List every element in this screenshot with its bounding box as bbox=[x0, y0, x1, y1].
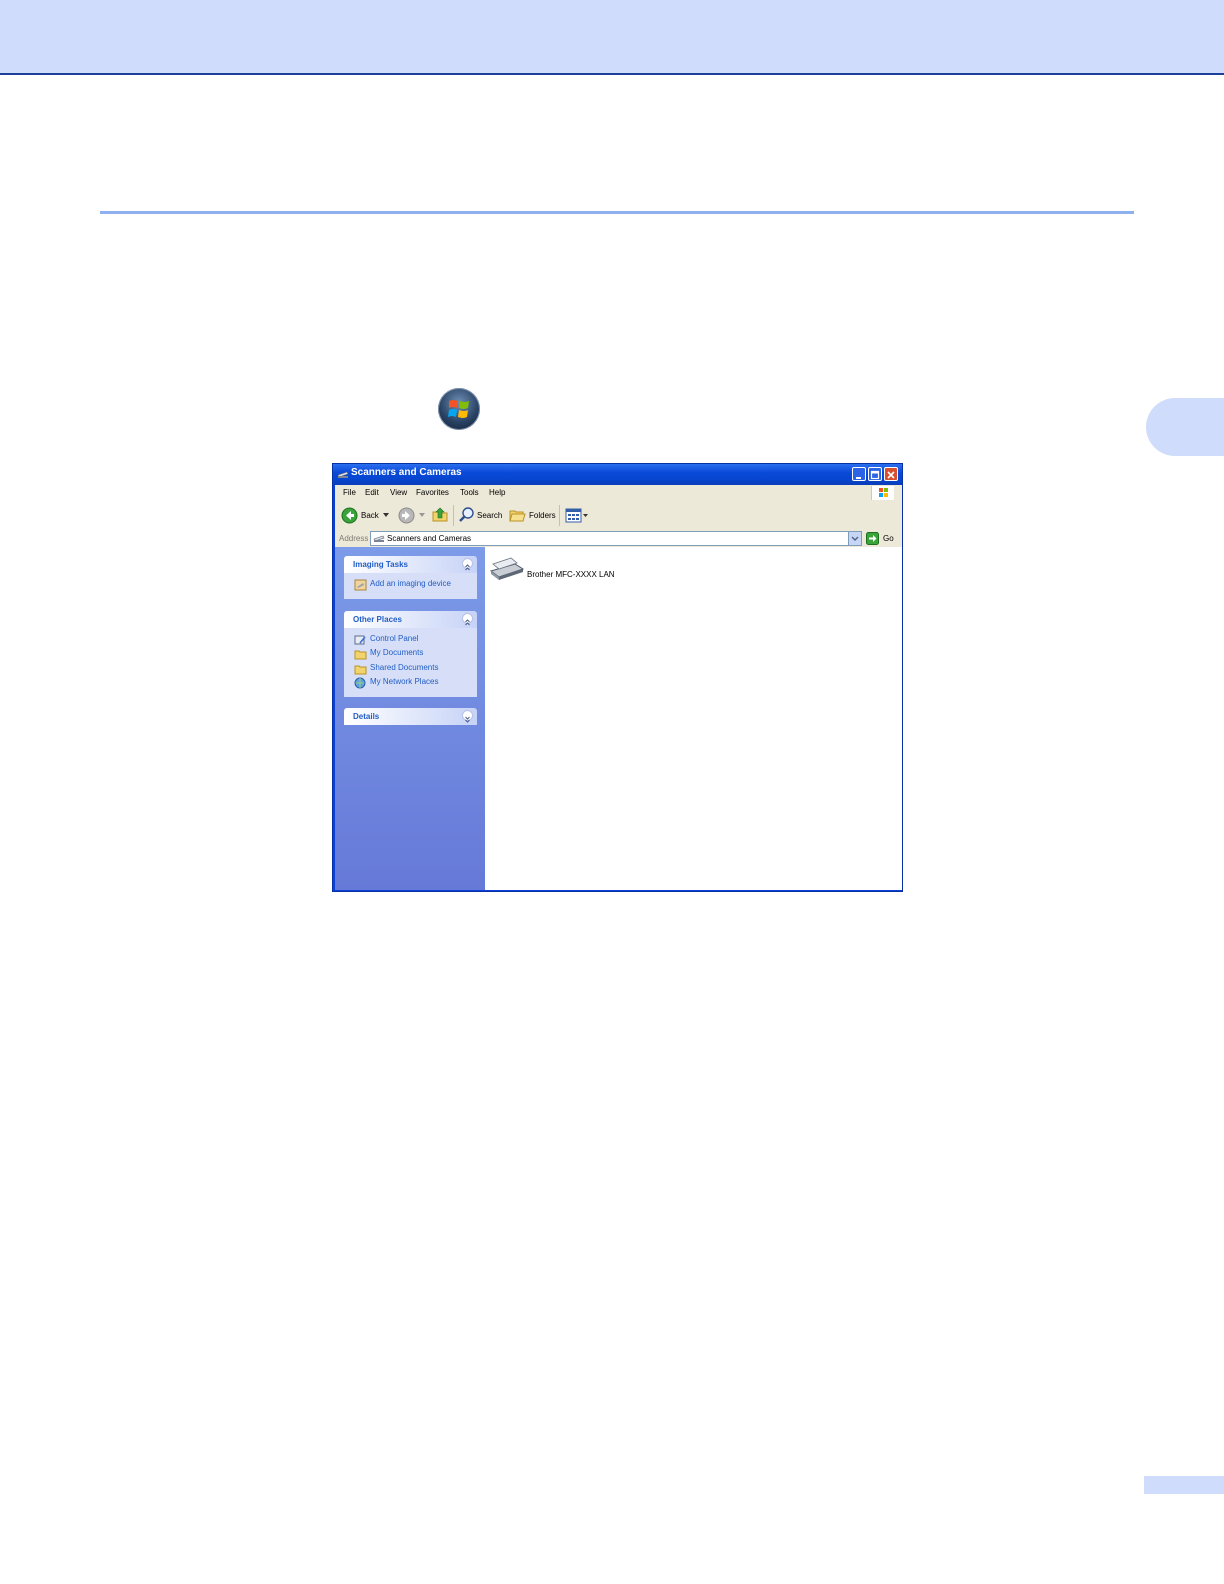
up-folder-icon[interactable] bbox=[431, 506, 449, 524]
double-chevron-up-icon bbox=[465, 619, 470, 626]
menu-tools[interactable]: Tools bbox=[460, 488, 479, 497]
toolbar-separator bbox=[559, 505, 560, 526]
search-magnifier-icon[interactable] bbox=[458, 506, 476, 524]
chevron-down-icon bbox=[851, 536, 859, 541]
menu-file[interactable]: File bbox=[343, 488, 356, 497]
add-device-icon bbox=[354, 579, 367, 591]
windows-start-orb-icon bbox=[438, 388, 480, 430]
close-button[interactable] bbox=[884, 467, 898, 481]
menu-help[interactable]: Help bbox=[489, 488, 505, 497]
menu-view[interactable]: View bbox=[390, 488, 407, 497]
close-icon bbox=[887, 471, 895, 479]
search-button-label[interactable]: Search bbox=[477, 511, 502, 520]
section-rule bbox=[100, 211, 1134, 214]
forward-arrow-icon[interactable] bbox=[398, 507, 415, 524]
scanner-item-label: Brother MFC-XXXX LAN bbox=[527, 570, 615, 579]
add-imaging-device-link[interactable]: Add an imaging device bbox=[354, 578, 451, 591]
details-panel: Details bbox=[344, 708, 477, 725]
my-network-places-link[interactable]: My Network Places bbox=[354, 676, 438, 689]
back-arrow-icon[interactable] bbox=[341, 507, 358, 524]
folder-icon bbox=[354, 650, 367, 660]
link-label: My Documents bbox=[370, 648, 424, 657]
link-label: Add an imaging device bbox=[370, 579, 451, 588]
shared-documents-link[interactable]: Shared Documents bbox=[354, 662, 438, 675]
details-title: Details bbox=[353, 712, 380, 721]
forward-dropdown-icon[interactable] bbox=[419, 513, 425, 518]
imaging-tasks-panel: Imaging Tasks Add an imaging device bbox=[344, 556, 477, 599]
link-label: My Network Places bbox=[370, 677, 439, 686]
maximize-button[interactable] bbox=[868, 467, 882, 481]
title-bar[interactable]: Scanners and Cameras bbox=[333, 464, 902, 485]
collapse-toggle-button[interactable] bbox=[462, 558, 473, 571]
scanner-small-icon bbox=[373, 535, 385, 542]
menu-bar: File Edit View Favorites Tools Help bbox=[335, 485, 902, 502]
control-panel-link[interactable]: Control Panel bbox=[354, 633, 418, 646]
chapter-tab bbox=[1146, 398, 1224, 456]
views-icon[interactable] bbox=[565, 508, 589, 523]
go-arrow-icon[interactable] bbox=[866, 532, 879, 545]
file-view-pane: Brother MFC-XXXX LAN bbox=[485, 547, 902, 890]
network-globe-icon bbox=[354, 677, 366, 689]
minimize-button[interactable] bbox=[852, 467, 866, 481]
other-places-title: Other Places bbox=[353, 615, 402, 624]
address-dropdown-button[interactable] bbox=[848, 532, 861, 545]
double-chevron-down-icon bbox=[465, 716, 470, 723]
folders-icon[interactable] bbox=[509, 507, 526, 523]
address-input[interactable]: Scanners and Cameras bbox=[370, 531, 862, 546]
address-value: Scanners and Cameras bbox=[387, 534, 472, 543]
imaging-tasks-title: Imaging Tasks bbox=[353, 560, 408, 569]
page-header-band bbox=[0, 0, 1224, 75]
toolbar: Back Search Folders bbox=[335, 501, 902, 531]
imaging-tasks-header[interactable]: Imaging Tasks bbox=[344, 556, 477, 573]
my-documents-link[interactable]: My Documents bbox=[354, 647, 423, 660]
details-header[interactable]: Details bbox=[344, 708, 477, 725]
other-places-panel: Other Places Control Panel My Documents bbox=[344, 611, 477, 697]
folders-button-label[interactable]: Folders bbox=[529, 511, 556, 520]
menu-edit[interactable]: Edit bbox=[365, 488, 379, 497]
scanner-small-icon bbox=[337, 471, 349, 478]
control-panel-icon bbox=[354, 635, 366, 645]
page-number-tab bbox=[1144, 1476, 1224, 1494]
scanners-and-cameras-window: Scanners and Cameras File Edit View Favo… bbox=[332, 463, 903, 892]
toolbar-separator bbox=[453, 505, 454, 526]
address-bar: Address Scanners and Cameras Go bbox=[335, 530, 902, 547]
window-title: Scanners and Cameras bbox=[351, 467, 462, 478]
back-button-label[interactable]: Back bbox=[361, 511, 379, 520]
back-dropdown-icon[interactable] bbox=[383, 513, 389, 518]
double-chevron-up-icon bbox=[465, 564, 470, 571]
link-label: Shared Documents bbox=[370, 663, 439, 672]
link-label: Control Panel bbox=[370, 634, 419, 643]
task-pane: Imaging Tasks Add an imaging device Othe… bbox=[335, 547, 485, 890]
windows-flag-icon bbox=[871, 486, 894, 500]
expand-toggle-button[interactable] bbox=[462, 710, 473, 723]
scanner-device-item[interactable]: Brother MFC-XXXX LAN bbox=[487, 553, 637, 583]
maximize-icon bbox=[870, 470, 880, 480]
collapse-toggle-button[interactable] bbox=[462, 613, 473, 626]
other-places-header[interactable]: Other Places bbox=[344, 611, 477, 628]
folder-icon bbox=[354, 665, 367, 675]
menu-favorites[interactable]: Favorites bbox=[416, 488, 449, 497]
other-places-body: Control Panel My Documents Shared Docume… bbox=[344, 628, 477, 697]
minimize-icon bbox=[856, 477, 861, 479]
imaging-tasks-body: Add an imaging device bbox=[344, 573, 477, 599]
go-button-label[interactable]: Go bbox=[883, 534, 894, 543]
address-label: Address bbox=[339, 534, 369, 543]
scanner-icon bbox=[489, 557, 525, 580]
